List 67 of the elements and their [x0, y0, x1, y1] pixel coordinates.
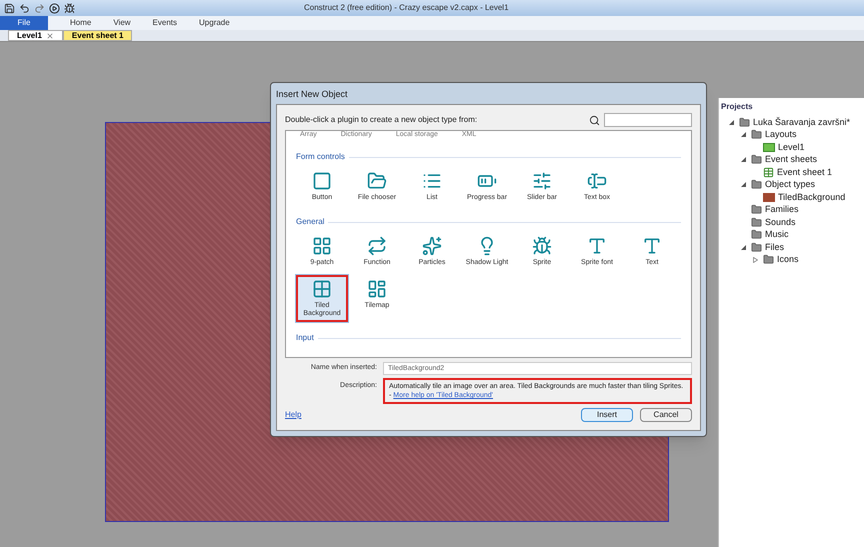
tiles-icon	[312, 279, 332, 299]
section-heading: General	[296, 216, 324, 228]
expanded-arrow-icon[interactable]	[729, 120, 734, 125]
letter-icon	[642, 236, 662, 256]
letter-icon	[587, 236, 607, 256]
file-button[interactable]: File	[0, 16, 48, 30]
layout-icon	[763, 142, 775, 152]
expanded-arrow-icon[interactable]	[741, 182, 746, 188]
redo-icon[interactable]	[34, 2, 45, 14]
tree-item[interactable]: TiledBackground	[778, 190, 846, 204]
ribbon-tab[interactable]: Home	[70, 17, 92, 29]
loop-arrows-icon	[367, 236, 387, 256]
section-heading: Input	[296, 332, 314, 344]
tree-item[interactable]: Object types	[765, 178, 816, 192]
undo-icon[interactable]	[19, 2, 30, 14]
section-heading: Form controls	[296, 151, 345, 163]
tiles-icon	[367, 279, 387, 299]
tree-item[interactable]: Luka Šaravanja završni*	[753, 116, 850, 129]
event-sheet-icon	[763, 166, 774, 178]
tree-item[interactable]: Level1	[778, 140, 805, 154]
expanded-arrow-icon[interactable]	[741, 157, 746, 162]
folder-icon	[751, 154, 762, 166]
text-cursor-icon	[587, 171, 607, 191]
folder-icon	[751, 204, 762, 216]
instruction-text: Double-click a plugin to create a new object type from:	[285, 114, 478, 126]
tree-item[interactable]: Event sheet 1	[777, 166, 832, 179]
square-icon	[312, 171, 332, 191]
folder-icon	[763, 254, 774, 266]
help-link[interactable]: Help	[285, 409, 302, 421]
ribbon-tab[interactable]: View	[113, 17, 131, 29]
save-icon[interactable]	[4, 2, 15, 14]
tree-item[interactable]: Sounds	[765, 216, 796, 229]
bug-icon	[532, 236, 552, 256]
tree-item[interactable]: Icons	[777, 253, 799, 266]
expanded-arrow-icon[interactable]	[741, 244, 746, 250]
dialog-button[interactable]: Insert	[581, 408, 633, 422]
folder-icon	[751, 129, 762, 140]
dialog-button[interactable]: Cancel	[640, 408, 692, 422]
collapsed-arrow-icon[interactable]	[753, 256, 758, 263]
play-icon[interactable]	[49, 2, 60, 14]
slider-icon	[532, 171, 552, 191]
ribbon-tab[interactable]: Upgrade	[199, 17, 230, 29]
search-icon	[589, 114, 600, 126]
sparkles-icon	[422, 236, 442, 256]
ribbon-tab[interactable]: Events	[152, 17, 178, 29]
dialog-title: Insert New Object	[276, 88, 349, 101]
search-field[interactable]	[604, 113, 692, 127]
bug-icon[interactable]	[64, 2, 75, 14]
folder-icon	[739, 116, 750, 128]
tree-item[interactable]: Files	[765, 240, 784, 254]
tree-item[interactable]: Music	[765, 228, 789, 242]
close-icon[interactable]	[46, 32, 54, 40]
tree-item[interactable]: Families	[765, 203, 799, 216]
expanded-arrow-icon[interactable]	[741, 132, 746, 138]
folder-icon	[751, 179, 762, 190]
window-title: Construct 2 (free edition) - Crazy escape v2.capx - Level1	[304, 2, 509, 14]
panel-title: Projects	[721, 101, 754, 113]
tree-item[interactable]: Event sheets	[765, 153, 818, 166]
folder-icon	[751, 242, 762, 253]
document-tab[interactable]: Event sheet 1	[62, 30, 132, 41]
folder-icon	[751, 216, 762, 228]
folder-icon	[367, 171, 387, 191]
document-tab[interactable]: Level1	[8, 30, 63, 41]
folder-icon	[751, 229, 762, 240]
texture-swatch-icon	[763, 192, 775, 202]
tree-item[interactable]: Layouts	[765, 128, 797, 142]
grid-icon	[312, 236, 332, 256]
